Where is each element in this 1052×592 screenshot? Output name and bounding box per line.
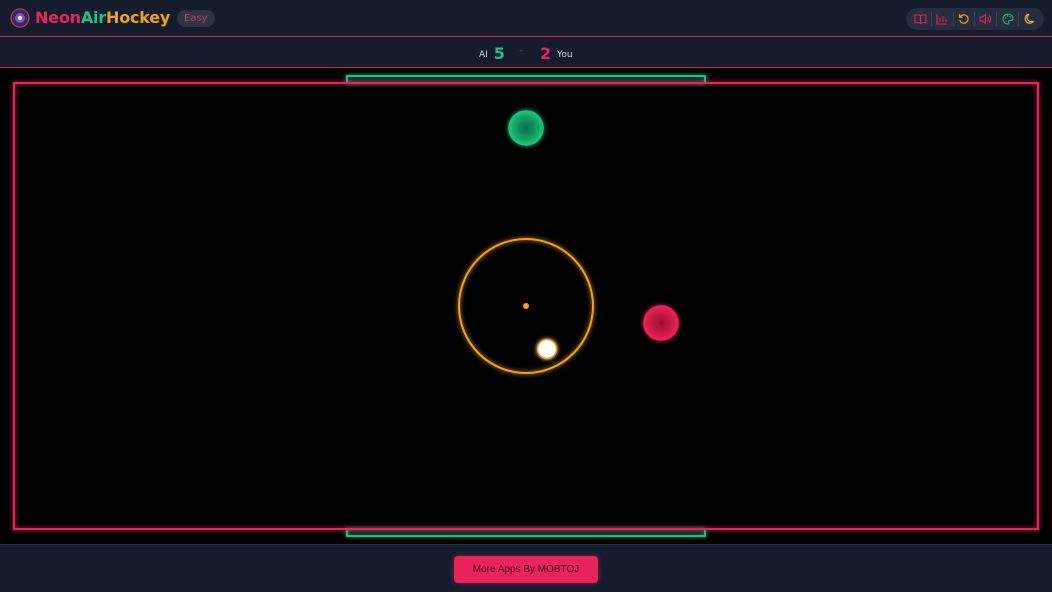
restart-button[interactable] (954, 9, 974, 29)
rules-button[interactable] (910, 9, 930, 29)
toolbar (906, 8, 1044, 30)
moon-icon (1024, 13, 1034, 24)
center-dot (523, 303, 529, 309)
book-icon (914, 14, 927, 25)
logo-icon (10, 8, 30, 28)
footer-bar: More Apps By MOBTOJ (0, 544, 1052, 592)
difficulty-badge[interactable]: Easy (177, 10, 215, 27)
ai-mallet (508, 110, 544, 146)
player-mallet[interactable] (643, 305, 679, 341)
player-goal (346, 528, 706, 537)
theme-color-button[interactable] (998, 9, 1018, 29)
more-apps-button[interactable]: More Apps By MOBTOJ (454, 556, 598, 583)
dark-mode-button[interactable] (1020, 9, 1040, 29)
score-bar: AI 5 – 2 You (0, 37, 1052, 68)
game-field[interactable] (0, 68, 1052, 544)
player-score: 2 (540, 44, 552, 63)
stats-button[interactable] (932, 9, 952, 29)
title-word-neon: Neon (35, 8, 81, 27)
player-label: You (557, 50, 573, 60)
restart-icon (958, 14, 969, 24)
volume-icon (979, 13, 992, 25)
ai-goal (346, 75, 706, 84)
puck (536, 338, 558, 360)
ai-label: AI (479, 50, 488, 60)
player-score-group: 2 You (540, 44, 573, 63)
bar-chart-icon (936, 14, 948, 25)
sound-button[interactable] (976, 9, 996, 29)
header-bar: NeonAirHockey Easy (0, 0, 1052, 37)
title-word-air: Air (80, 8, 106, 27)
ai-score-group: AI 5 (479, 44, 505, 63)
palette-icon (1002, 13, 1014, 25)
rink-canvas[interactable] (0, 68, 1052, 544)
ai-score: 5 (493, 44, 505, 63)
score-separator: – (519, 46, 524, 56)
app-title: NeonAirHockey (35, 8, 170, 27)
title-word-hockey: Hockey (106, 8, 171, 27)
